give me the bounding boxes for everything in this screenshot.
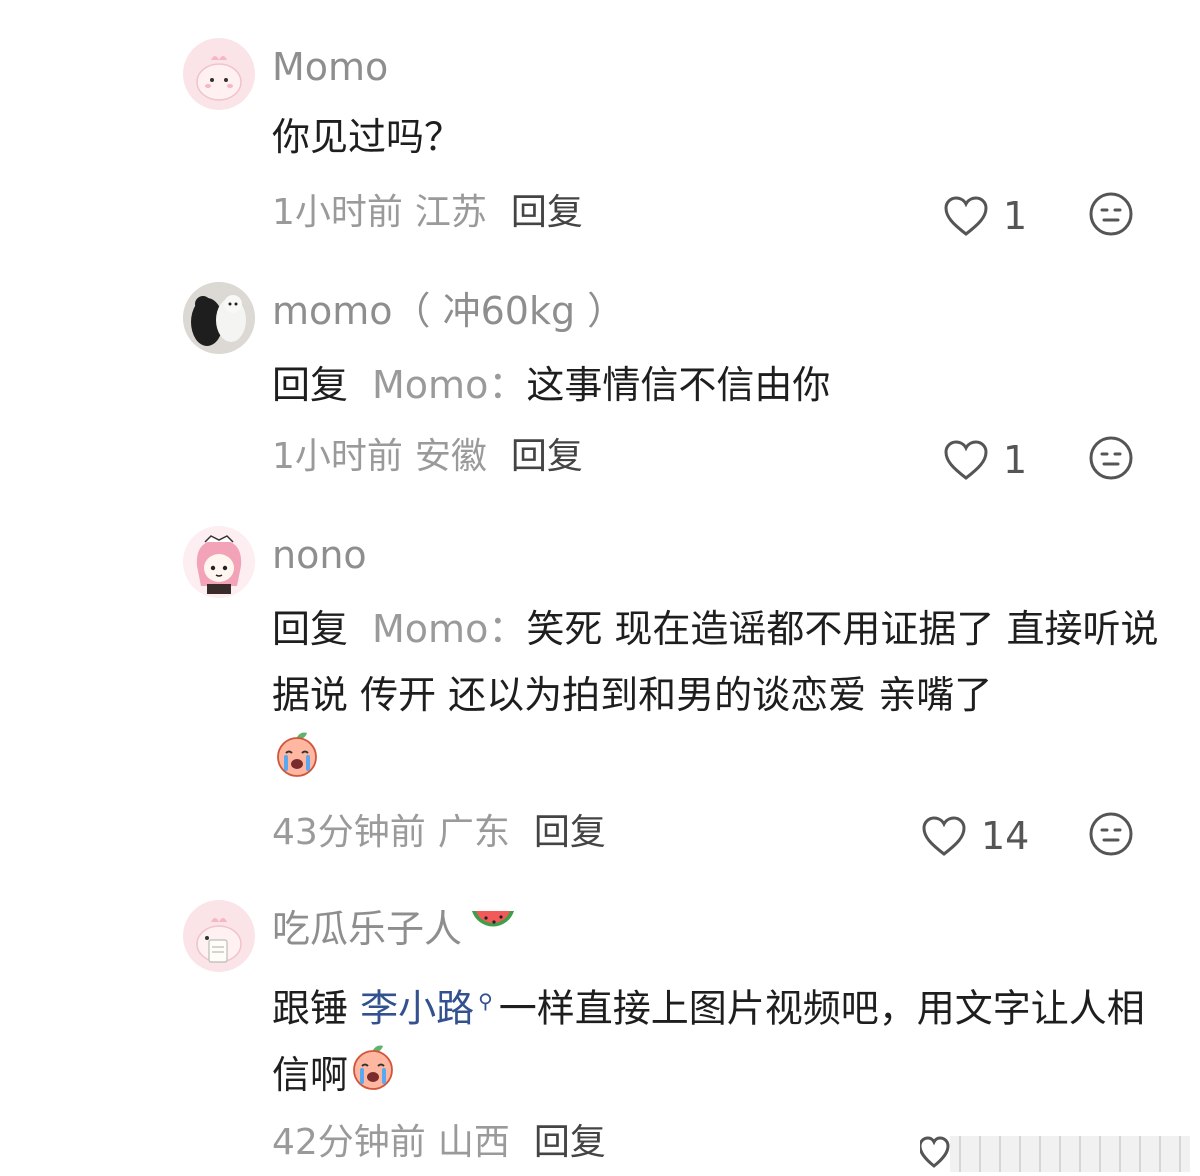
heart-outline-icon [944,195,988,236]
reply-prefix: 回复 [272,607,349,651]
comment-text: 回复 Momo：笑死 现在造谣都不用证据了 直接听说 据说 传开 还以为拍到和男的… [272,596,1172,799]
more-options-button[interactable] [1087,434,1135,482]
like-button[interactable]: 1 [943,188,1027,241]
username[interactable]: Momo [272,42,388,92]
username[interactable]: 吃瓜乐子人 [272,904,518,959]
like-button[interactable]: 1 [943,432,1027,485]
reply-prefix: 回复 [272,363,349,407]
reply-button[interactable]: 回复 [534,812,606,853]
comment-meta: 1小时前 江苏 回复 [272,188,583,238]
username[interactable]: nono [272,530,367,580]
like-count: 1 [1003,193,1028,238]
comment-text-before: 跟锤 [272,986,349,1031]
avatar[interactable] [183,38,255,110]
like-count: 14 [981,813,1030,858]
comment-meta: 1小时前 安徽 回复 [272,432,583,482]
avatar[interactable] [183,282,255,354]
reply-button[interactable]: 回复 [534,1122,606,1163]
like-count: 1 [1003,437,1028,482]
search-small-icon[interactable]: ⚲ [478,989,493,1013]
neutral-face-icon [1089,812,1133,856]
comment-time: 43分钟前 [272,812,426,853]
reply-button[interactable]: 回复 [511,436,583,477]
comment-location: 江苏 [414,192,487,233]
comment-text: 你见过吗？ [272,115,463,159]
bottom-watermark-strip [918,1122,1200,1172]
watermelon-emoji [468,905,518,959]
comment-text: 回复 Momo：这事情信不信由你 [272,352,1172,418]
neutral-face-icon [1089,192,1133,236]
heart-outline-icon [922,815,966,856]
neutral-face-icon [1089,436,1133,480]
more-options-button[interactable] [1087,810,1135,858]
comment-location: 安徽 [414,436,487,477]
comment-time: 42分钟前 [272,1122,426,1163]
like-button[interactable]: 14 [921,808,1029,861]
comment-text-body: 这事情信不信由你 [526,363,831,407]
reply-target-username[interactable]: Momo： [372,363,526,407]
crying-peach-emoji [272,729,322,799]
comment-time: 1小时前 [272,192,403,233]
crying-peach-emoji [348,1042,398,1112]
mention-link[interactable]: 李小路 [360,987,474,1031]
comment-time: 1小时前 [272,436,403,477]
avatar[interactable] [183,526,255,598]
comment-meta: 42分钟前 山西 回复 [272,1118,606,1168]
reply-target-username[interactable]: Momo： [372,607,526,651]
comment-location: 广东 [437,812,510,853]
username-text: 吃瓜乐子人 [272,907,463,951]
username[interactable]: momo（ 冲60kg ） [272,286,625,336]
comment-meta: 43分钟前 广东 回复 [272,808,606,858]
comment-text: 跟锤 李小路 ⚲ 一样直接上图片视频吧，用文字让人相信啊 [272,968,1172,1112]
avatar[interactable] [183,900,255,972]
reply-button[interactable]: 回复 [511,192,583,233]
heart-outline-icon [944,439,988,480]
comment-location: 山西 [437,1122,510,1163]
more-options-button[interactable] [1087,190,1135,238]
